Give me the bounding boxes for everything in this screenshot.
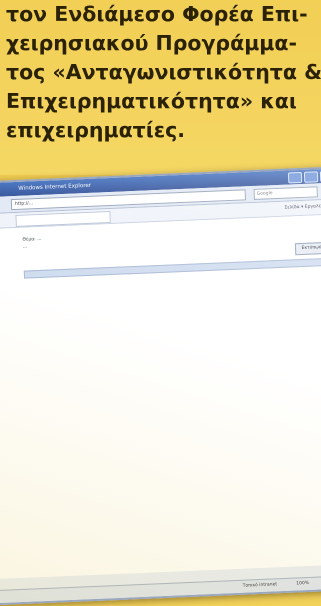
window-title: Windows Internet Explorer bbox=[18, 182, 92, 192]
search-input[interactable]: Google bbox=[253, 186, 318, 200]
window-controls bbox=[287, 170, 321, 184]
intro-text: τον Ενδιάμεσο Φορέα Επι- χειρησιακού Προ… bbox=[6, 0, 321, 145]
maximize-icon[interactable] bbox=[303, 171, 319, 183]
intro-line: τος «Ανταγωνιστικότητα & bbox=[6, 60, 321, 84]
browser-screenshot: Windows Internet Explorer http://... Goo… bbox=[0, 166, 321, 606]
tools-menu[interactable]: Σελίδα ▾ Εργαλεία ▾ bbox=[284, 200, 321, 216]
print-button[interactable]: Εκτύπωση bbox=[294, 241, 321, 256]
intro-line: Επιχειρηματικότητα» και bbox=[6, 89, 297, 113]
minimize-icon[interactable] bbox=[287, 171, 303, 184]
document-content: Θέμα: ... ... Εκτύπωση bbox=[0, 214, 321, 580]
zoom-level[interactable]: 100% bbox=[296, 578, 309, 591]
status-zone: Τοπικό intranet bbox=[242, 582, 278, 589]
status-bar: Τοπικό intranet 100% bbox=[0, 574, 321, 604]
intro-line: επιχειρηματίες. bbox=[6, 118, 186, 142]
intro-line: τον Ενδιάμεσο Φορέα Επι- bbox=[6, 2, 308, 26]
intro-line: χειρησιακού Προγράμμα- bbox=[6, 31, 297, 55]
